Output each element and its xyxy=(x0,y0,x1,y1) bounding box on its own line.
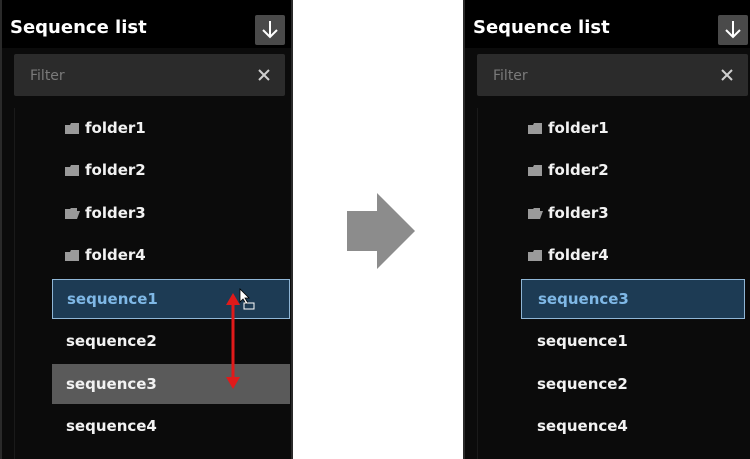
sequence-tree: folder1 folder2 folder3 folder4 sequence… xyxy=(477,108,750,459)
folder-item[interactable]: folder3 xyxy=(478,193,750,233)
sequence-list-panel-after: Sequence list folder1 folder2 folder3 fo… xyxy=(463,0,750,459)
sequence-label: sequence4 xyxy=(66,417,157,435)
folder-icon xyxy=(528,123,542,134)
folder-label: folder2 xyxy=(85,161,146,179)
sequence-label: sequence1 xyxy=(67,290,158,308)
sequence-list-panel-before: Sequence list folder1 folder2 folder3 fo… xyxy=(0,0,293,459)
panel-title: Sequence list xyxy=(10,17,147,38)
sequence-item-dragging[interactable]: sequence3 xyxy=(52,364,290,404)
folder-item[interactable]: folder1 xyxy=(15,108,290,148)
double-headed-arrow-icon xyxy=(226,293,240,389)
folder-label: folder2 xyxy=(548,161,609,179)
folder-icon xyxy=(528,250,542,261)
folder-icon xyxy=(65,165,79,176)
right-arrow-icon xyxy=(347,193,415,269)
folder-open-icon xyxy=(528,208,543,219)
sequence-tree: folder1 folder2 folder3 folder4 sequence… xyxy=(14,108,291,459)
panel-header: Sequence list xyxy=(2,0,291,48)
folder-label: folder1 xyxy=(85,119,146,137)
download-button[interactable] xyxy=(718,15,748,45)
folder-label: folder4 xyxy=(548,246,609,264)
sequence-label: sequence3 xyxy=(538,290,629,308)
folder-item[interactable]: folder2 xyxy=(15,150,290,190)
sequence-item[interactable]: sequence2 xyxy=(521,364,745,404)
panel-header: Sequence list xyxy=(465,0,750,48)
folder-label: folder1 xyxy=(548,119,609,137)
download-arrow-icon xyxy=(725,21,741,39)
clear-filter-icon[interactable] xyxy=(718,66,736,84)
folder-label: folder4 xyxy=(85,246,146,264)
folder-item[interactable]: folder4 xyxy=(478,235,750,275)
sequence-label: sequence2 xyxy=(66,332,157,350)
sequence-item[interactable]: sequence4 xyxy=(52,406,290,446)
filter-field xyxy=(14,54,285,98)
folder-item[interactable]: folder1 xyxy=(478,108,750,148)
folder-icon xyxy=(65,123,79,134)
folder-open-icon xyxy=(65,208,80,219)
filter-input[interactable] xyxy=(14,54,262,98)
folder-icon xyxy=(65,250,79,261)
folder-label: folder3 xyxy=(548,204,609,222)
folder-label: folder3 xyxy=(85,204,146,222)
sequence-item-selected[interactable]: sequence1 xyxy=(52,279,290,319)
sequence-label: sequence2 xyxy=(537,375,628,393)
sequence-label: sequence4 xyxy=(537,417,628,435)
filter-input[interactable] xyxy=(477,54,725,98)
download-button[interactable] xyxy=(255,15,285,45)
sequence-label: sequence1 xyxy=(537,332,628,350)
folder-item[interactable]: folder2 xyxy=(478,150,750,190)
folder-item[interactable]: folder3 xyxy=(15,193,290,233)
folder-icon xyxy=(528,165,542,176)
folder-item[interactable]: folder4 xyxy=(15,235,290,275)
sequence-item[interactable]: sequence1 xyxy=(521,321,745,361)
download-arrow-icon xyxy=(262,21,278,39)
sequence-item[interactable]: sequence4 xyxy=(521,406,745,446)
clear-filter-icon[interactable] xyxy=(255,66,273,84)
sequence-item[interactable]: sequence2 xyxy=(52,321,290,361)
panel-title: Sequence list xyxy=(473,17,610,38)
sequence-label: sequence3 xyxy=(66,375,157,393)
filter-field xyxy=(477,54,748,98)
sequence-item-selected[interactable]: sequence3 xyxy=(521,279,745,319)
